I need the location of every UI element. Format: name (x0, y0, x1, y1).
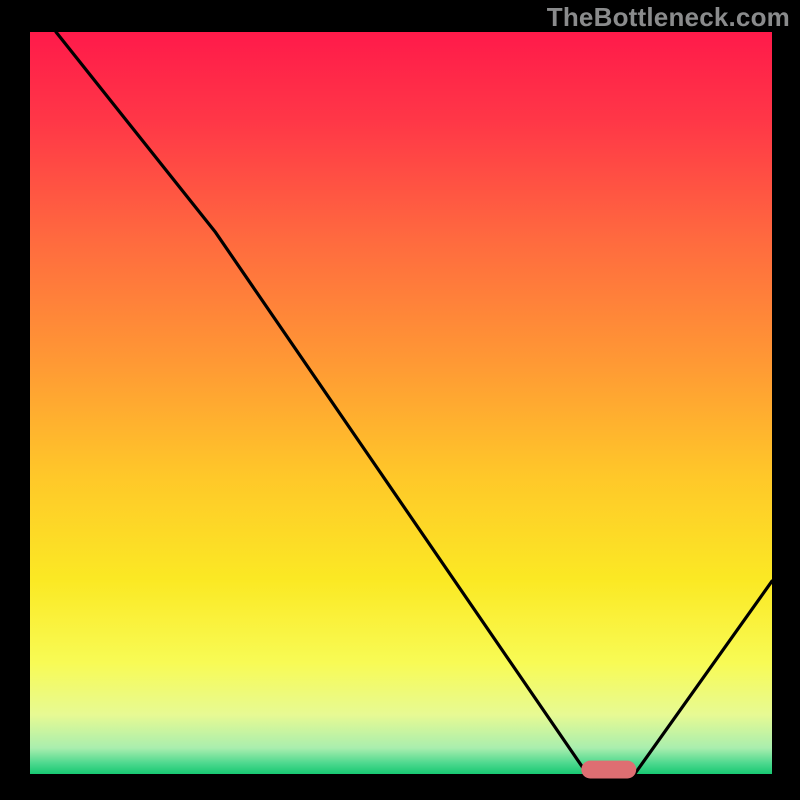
plot-background (30, 32, 772, 774)
watermark-text: TheBottleneck.com (547, 2, 790, 33)
chart-container: { "watermark": "TheBottleneck.com", "cha… (0, 0, 800, 800)
optimal-range-marker (581, 761, 636, 779)
bottleneck-plot (0, 0, 800, 800)
